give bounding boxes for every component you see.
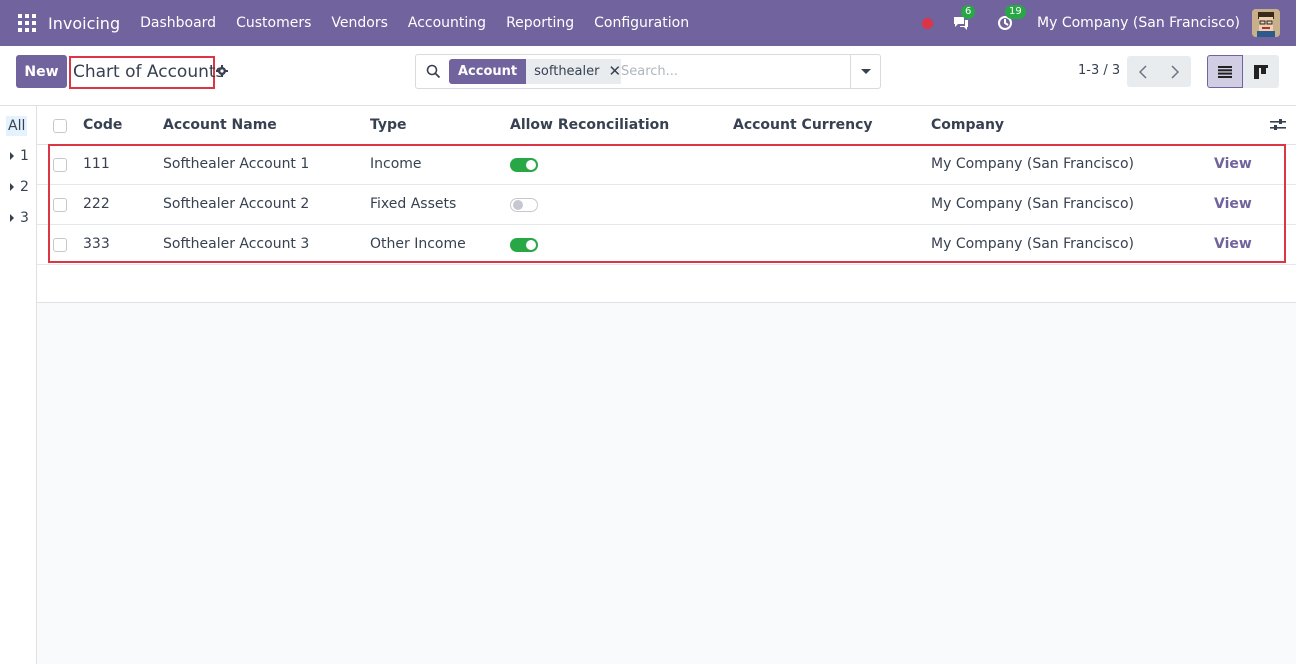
- activities-badge: 19: [1005, 5, 1026, 19]
- list-view: Code Account Name Type Allow Reconciliat…: [37, 106, 1296, 664]
- search-icon: [426, 64, 441, 79]
- facet-category: Account: [449, 59, 527, 84]
- cell-code: 111: [83, 156, 110, 172]
- search-input[interactable]: [621, 59, 841, 84]
- cell-account-name: Softhealer Account 2: [163, 196, 310, 212]
- menu-item-configuration[interactable]: Configuration: [584, 15, 699, 31]
- cell-type: Fixed Assets: [370, 196, 457, 212]
- cell-type: Other Income: [370, 236, 466, 252]
- table-header: Code Account Name Type Allow Reconciliat…: [37, 106, 1296, 145]
- reconcile-toggle[interactable]: [510, 198, 538, 212]
- facet-value-text: softhealer: [534, 64, 600, 79]
- clock-icon[interactable]: 19: [993, 5, 1026, 33]
- caret-right-icon: [10, 152, 14, 160]
- column-header-account-name[interactable]: Account Name: [163, 117, 277, 133]
- sidebar-item-all[interactable]: All: [6, 116, 28, 136]
- column-header-account-currency[interactable]: Account Currency: [733, 117, 873, 133]
- view-button[interactable]: View: [1214, 236, 1252, 252]
- cell-account-name: Softhealer Account 3: [163, 236, 310, 252]
- column-header-allow-reconciliation[interactable]: Allow Reconciliation: [510, 117, 669, 133]
- sliders-icon[interactable]: [1270, 118, 1286, 132]
- select-all-checkbox[interactable]: [53, 119, 67, 133]
- column-header-company[interactable]: Company: [931, 117, 1004, 133]
- menu-item-accounting[interactable]: Accounting: [398, 15, 496, 31]
- list-view-button[interactable]: [1207, 55, 1243, 88]
- row-checkbox[interactable]: [53, 158, 67, 172]
- group-label: 2: [20, 179, 29, 195]
- table-footer: [37, 265, 1296, 303]
- sidebar-item-group-1[interactable]: 1: [10, 148, 29, 164]
- cell-code: 333: [83, 236, 110, 252]
- row-checkbox[interactable]: [53, 238, 67, 252]
- group-label: 1: [20, 148, 29, 164]
- app-name[interactable]: Invoicing: [48, 14, 120, 33]
- cell-company: My Company (San Francisco): [931, 196, 1134, 212]
- search-bar: Account softhealer ✕: [415, 54, 881, 89]
- new-button[interactable]: New: [16, 55, 67, 88]
- cell-company: My Company (San Francisco): [931, 236, 1134, 252]
- messages-badge: 6: [961, 5, 976, 19]
- reconcile-toggle[interactable]: [510, 238, 538, 252]
- chevron-right-icon: [1171, 64, 1179, 79]
- pager-previous-button[interactable]: [1127, 56, 1159, 87]
- page-title: Chart of Accounts: [69, 56, 224, 89]
- column-header-type[interactable]: Type: [370, 117, 407, 133]
- column-header-code[interactable]: Code: [83, 117, 122, 133]
- menu-item-customers[interactable]: Customers: [226, 15, 321, 31]
- list-view-icon: [1218, 65, 1232, 78]
- row-checkbox[interactable]: [53, 198, 67, 212]
- table-row[interactable]: 333 Softhealer Account 3 Other Income My…: [37, 225, 1296, 265]
- cell-account-name: Softhealer Account 1: [163, 156, 310, 172]
- cell-type: Income: [370, 156, 422, 172]
- caret-right-icon: [10, 214, 14, 222]
- control-panel: New Chart of Accounts Account softhealer…: [0, 46, 1296, 106]
- pager-next-button[interactable]: [1159, 56, 1191, 87]
- facet-value: softhealer ✕: [526, 59, 630, 84]
- avatar[interactable]: [1252, 9, 1280, 37]
- reconcile-toggle[interactable]: [510, 158, 538, 172]
- close-icon[interactable]: ✕: [608, 59, 621, 84]
- gear-icon[interactable]: [216, 65, 228, 77]
- apps-grid-icon[interactable]: [18, 14, 36, 32]
- cell-code: 222: [83, 196, 110, 212]
- menu-item-vendors[interactable]: Vendors: [321, 15, 397, 31]
- accounts-table: Code Account Name Type Allow Reconciliat…: [37, 106, 1296, 303]
- group-sidebar: All 1 2 3: [0, 106, 37, 664]
- view-button[interactable]: View: [1214, 156, 1252, 172]
- top-navbar: Invoicing Dashboard Customers Vendors Ac…: [0, 0, 1296, 46]
- view-button[interactable]: View: [1214, 196, 1252, 212]
- pager-value[interactable]: 1-3 / 3: [1078, 63, 1120, 78]
- group-label: 3: [20, 210, 29, 226]
- chevron-left-icon: [1139, 64, 1147, 79]
- chat-icon[interactable]: 6: [949, 5, 976, 33]
- navbar-systray: 6 19 My Company (San Francisco): [922, 0, 1296, 46]
- sidebar-item-group-3[interactable]: 3: [10, 210, 29, 226]
- main-menu: Dashboard Customers Vendors Accounting R…: [130, 15, 699, 31]
- caret-right-icon: [10, 183, 14, 191]
- table-row[interactable]: 111 Softhealer Account 1 Income My Compa…: [37, 145, 1296, 185]
- menu-item-reporting[interactable]: Reporting: [496, 15, 584, 31]
- caret-down-icon: [860, 69, 871, 74]
- sidebar-item-group-2[interactable]: 2: [10, 179, 29, 195]
- company-switcher[interactable]: My Company (San Francisco): [1037, 15, 1240, 31]
- search-facet: Account softhealer ✕: [449, 59, 630, 84]
- table-row[interactable]: 222 Softhealer Account 2 Fixed Assets My…: [37, 185, 1296, 225]
- cell-company: My Company (San Francisco): [931, 156, 1134, 172]
- kanban-view-button[interactable]: [1243, 55, 1279, 88]
- search-options-toggle[interactable]: [850, 55, 880, 88]
- menu-item-dashboard[interactable]: Dashboard: [130, 15, 226, 31]
- kanban-view-icon: [1254, 64, 1268, 79]
- record-dot-icon[interactable]: [922, 17, 934, 29]
